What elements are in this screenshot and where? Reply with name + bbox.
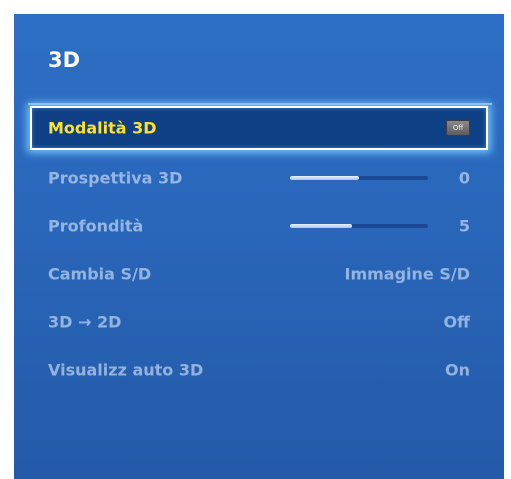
menu-item-label: 3D → 2D xyxy=(48,312,122,332)
tv-menu-panel: 3D Modalità 3D Off Prospettiva 3D 0 Prof… xyxy=(14,14,504,479)
off-badge: Off xyxy=(446,120,470,136)
menu-item-modalita-3d[interactable]: Modalità 3D Off xyxy=(30,106,488,150)
menu-item-label: Visualizz auto 3D xyxy=(48,360,204,380)
menu-item-value: Off xyxy=(443,312,470,332)
menu-item-value: Immagine S/D xyxy=(344,264,471,284)
profondita-slider[interactable] xyxy=(290,224,428,228)
menu-item-label: Cambia S/D xyxy=(48,264,152,284)
slider-fill xyxy=(290,176,359,180)
menu-item-label: Prospettiva 3D xyxy=(48,168,183,188)
menu-item-prospettiva-3d[interactable]: Prospettiva 3D 0 xyxy=(32,156,486,200)
menu-item-value: On xyxy=(445,360,470,380)
prospettiva-slider[interactable] xyxy=(290,176,428,180)
slider-fill xyxy=(290,224,353,228)
menu-item-value: 0 xyxy=(458,168,470,188)
title-divider xyxy=(28,103,492,105)
menu-item-profondita[interactable]: Profondità 5 xyxy=(32,204,486,248)
menu-item-cambia-sd[interactable]: Cambia S/D Immagine S/D xyxy=(32,252,486,296)
menu-item-value: 5 xyxy=(458,216,470,236)
menu-item-label: Modalità 3D xyxy=(48,118,157,138)
menu-title: 3D xyxy=(48,48,81,72)
menu-item-3d-to-2d[interactable]: 3D → 2D Off xyxy=(32,300,486,344)
menu-item-visualizz-auto-3d[interactable]: Visualizz auto 3D On xyxy=(32,348,486,392)
menu-item-label: Profondità xyxy=(48,216,144,236)
